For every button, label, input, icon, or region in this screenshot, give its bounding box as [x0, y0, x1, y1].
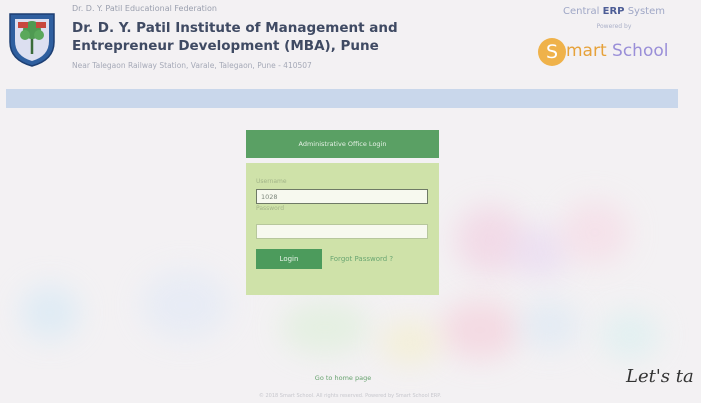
username-input[interactable] — [256, 189, 428, 204]
site-header: Dr. D. Y. Patil Educational Federation D… — [0, 0, 701, 86]
smart-school-s-icon: S — [538, 38, 566, 66]
password-input[interactable] — [256, 224, 428, 239]
home-page-link[interactable]: Go to home page — [300, 374, 386, 382]
login-button[interactable]: Login — [256, 249, 322, 269]
forgot-password-link[interactable]: Forgot Password ? — [330, 255, 393, 263]
login-panel-header: Administrative Office Login — [246, 130, 439, 158]
username-label: Username — [256, 178, 287, 185]
background-decoration — [510, 225, 570, 280]
institute-address: Near Talegaon Railway Station, Varale, T… — [72, 61, 312, 70]
copyright-text: © 2018 Smart School. All rights reserved… — [258, 393, 442, 399]
background-decoration — [455, 205, 525, 275]
lets-talk-chat-tab[interactable]: Let's ta — [626, 366, 694, 387]
erp-title: Central ERP System — [544, 6, 684, 17]
background-decoration — [380, 320, 440, 365]
institute-name: Dr. D. Y. Patil Institute of Management … — [72, 20, 398, 54]
smart-school-wordmark: mart School — [566, 41, 668, 61]
erp-prefix: Central — [563, 6, 600, 17]
background-decoration — [560, 200, 630, 265]
erp-bold: ERP — [602, 6, 625, 17]
header-divider-band — [6, 89, 678, 108]
background-decoration — [600, 310, 660, 360]
brand-mart: mart — [566, 41, 613, 61]
erp-suffix: System — [627, 6, 665, 17]
brand-school: School — [612, 41, 669, 61]
institute-crest-icon — [9, 13, 55, 67]
background-decoration — [520, 300, 580, 350]
login-panel: Username Password Login Forgot Password … — [246, 163, 439, 295]
password-label: Password — [256, 205, 285, 212]
background-decoration — [20, 285, 80, 340]
powered-by-label: Powered by — [596, 23, 632, 30]
background-decoration — [280, 300, 370, 355]
background-decoration — [140, 270, 230, 340]
federation-name: Dr. D. Y. Patil Educational Federation — [72, 4, 217, 13]
background-decoration — [440, 300, 520, 360]
